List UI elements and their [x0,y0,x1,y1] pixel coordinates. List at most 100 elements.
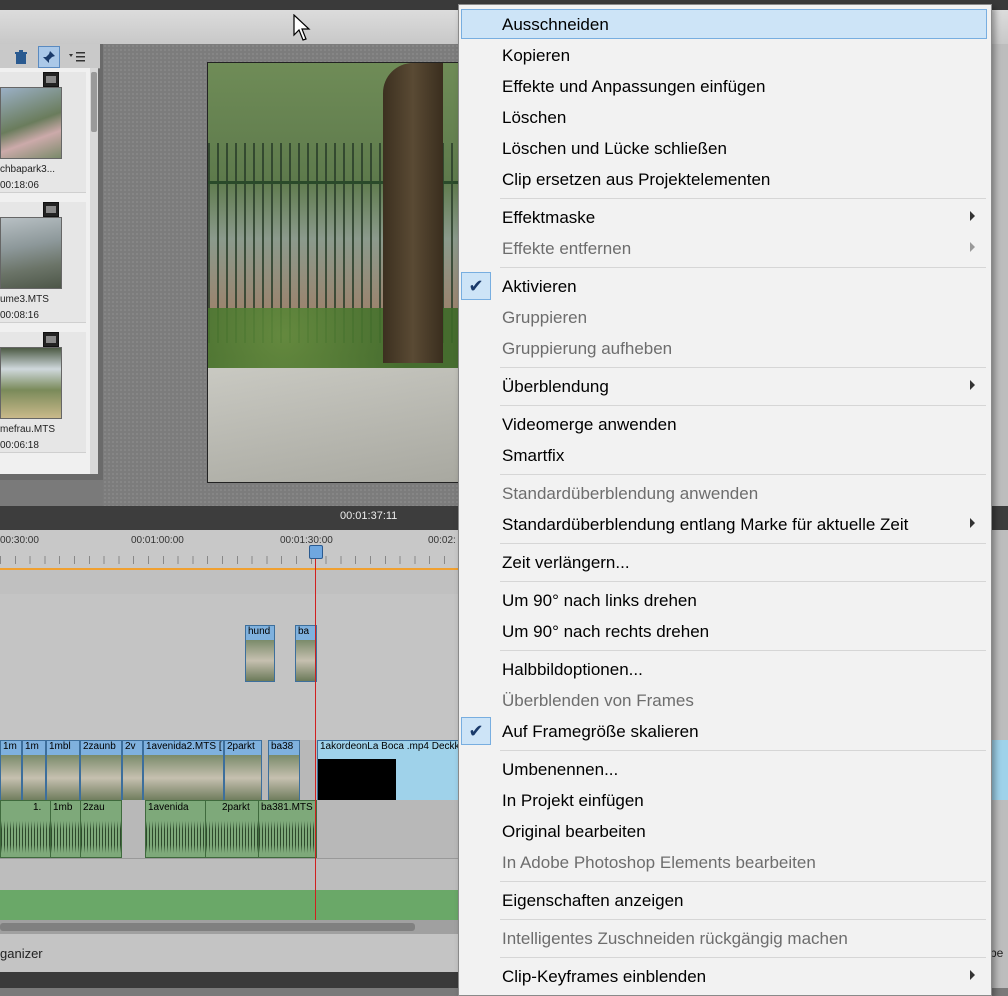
clip-thumbnail [1,755,21,801]
waveform [259,817,316,857]
menu-item-add-to-project[interactable]: In Projekt einfügen [461,785,987,815]
clip-label: 1mbl [49,741,71,752]
audio-clip[interactable]: 1mb [50,800,82,858]
menu-item-label: Aktivieren [502,277,577,296]
audio-clip[interactable]: 2zau [80,800,122,858]
media-item[interactable]: mefrau.MTS 00:06:18 [0,332,86,453]
menu-separator [500,957,986,958]
media-name: chbapark3... [0,164,56,175]
media-name: mefrau.MTS [0,424,56,435]
video-clip[interactable]: 1m [22,740,46,802]
playhead-handle[interactable] [309,545,323,559]
video-clip[interactable]: 2zaunb [80,740,122,802]
video-clip[interactable]: 2v [122,740,143,802]
menu-item-edit-original[interactable]: Original bearbeiten [461,816,987,846]
menu-item-label: Auf Framegröße skalieren [502,722,699,741]
panel-menu-icon[interactable] [66,46,88,68]
clip-thumbnail [296,640,316,681]
menu-item-show-clip-keyframes[interactable]: Clip-Keyframes einblenden [461,961,987,991]
menu-item-scale-to-frame[interactable]: ✔ Auf Framegröße skalieren [461,716,987,746]
menu-item-cut[interactable]: Ausschneiden [461,9,987,39]
video-clip[interactable]: 2parkt [224,740,262,802]
menu-item-label: Smartfix [502,446,565,465]
trash-icon[interactable] [10,46,32,68]
organizer-button[interactable]: ganizer [0,946,43,961]
menu-separator [500,267,986,268]
menu-separator [500,474,986,475]
menu-item-transition[interactable]: Überblendung [461,371,987,401]
media-item[interactable]: chbapark3... 00:18:06 [0,72,86,193]
menu-item-frame-blend: Überblenden von Frames [461,685,987,715]
video-clip[interactable]: ba38 [268,740,300,802]
menu-item-effect-mask[interactable]: Effektmaske [461,202,987,232]
menu-item-label: In Projekt einfügen [502,791,644,810]
overlay-clip[interactable]: ba [295,625,317,682]
menu-item-label: Clip ersetzen aus Projektelementen [502,170,771,189]
context-menu: Ausschneiden Kopieren Effekte und Anpass… [458,4,992,996]
media-list: chbapark3... 00:18:06 ume3.MTS 00:08:16 … [0,68,90,474]
video-clip[interactable]: 1akordeonLa Boca .mp4 Deckk [317,740,460,802]
media-list-scrollbar[interactable] [90,68,98,474]
menu-item-remove-effects: Effekte entfernen [461,233,987,263]
menu-item-label: Ausschneiden [502,15,609,34]
ruler-ticks [0,556,458,564]
menu-item-ungroup: Gruppierung aufheben [461,333,987,363]
menu-item-show-properties[interactable]: Eigenschaften anzeigen [461,885,987,915]
menu-separator [500,367,986,368]
video-clip[interactable]: 1mbl [46,740,80,802]
ruler-label: 00:02: [428,535,456,546]
menu-item-default-transition-along-marker[interactable]: Standardüberblendung entlang Marke für a… [461,509,987,539]
menu-item-rotate-right[interactable]: Um 90° nach rechts drehen [461,616,987,646]
waveform [146,817,206,857]
audio-clip[interactable]: 2parkt [205,800,260,858]
menu-item-ripple-delete[interactable]: Löschen und Lücke schließen [461,133,987,163]
menu-item-label: Standardüberblendung anwenden [502,484,759,503]
audio-clip[interactable]: 1. [0,800,52,858]
clip-label: ba381.MTS [261,802,313,813]
track-row: hund ba [0,625,458,684]
menu-item-videomerge[interactable]: Videomerge anwenden [461,409,987,439]
menu-item-label: Umbenennen... [502,760,619,779]
menu-item-paste-effects[interactable]: Effekte und Anpassungen einfügen [461,71,987,101]
submenu-arrow-icon [970,970,975,980]
menu-item-label: Intelligentes Zuschneiden rückgängig mac… [502,929,848,948]
menu-item-rename[interactable]: Umbenennen... [461,754,987,784]
waveform [206,817,259,857]
overlay-clip[interactable]: hund [245,625,275,682]
audio-clip[interactable]: 1avenida [145,800,207,858]
clip-thumbnail [123,755,142,801]
clip-thumbnail [269,755,299,801]
menu-item-smartfix[interactable]: Smartfix [461,440,987,470]
clip-label: 2parkt [222,802,250,813]
menu-item-time-stretch[interactable]: Zeit verlängern... [461,547,987,577]
menu-item-copy[interactable]: Kopieren [461,40,987,70]
media-duration: 00:06:18 [0,440,39,451]
clip-label: 1akordeonLa Boca .mp4 Deckk [320,741,460,752]
menu-item-undo-smart-trim: Intelligentes Zuschneiden rückgängig mac… [461,923,987,953]
timeline-ruler[interactable]: 00:30:00 00:01:00:00 00:01:30:00 00:02: [0,530,458,571]
menu-item-field-options[interactable]: Halbbildoptionen... [461,654,987,684]
status-bar [0,934,458,972]
menu-item-label: Standardüberblendung entlang Marke für a… [502,515,909,534]
audio-clip[interactable]: ba381.MTS [258,800,317,858]
video-track: 1m 1m 1mbl 2zaunb 2v 1avenida2.MTS [ 2pa… [0,740,460,802]
pin-icon[interactable] [38,46,60,68]
clip-label: 2zaunb [83,741,116,752]
soundtrack-bar[interactable] [0,890,458,920]
clip-edge [990,740,1008,800]
menu-separator [500,750,986,751]
video-clip[interactable]: 1m [0,740,22,802]
timeline-scrollbar[interactable] [0,920,458,934]
menu-item-rotate-left[interactable]: Um 90° nach links drehen [461,585,987,615]
video-clip[interactable]: 1avenida2.MTS [ [143,740,224,802]
menu-item-replace-clip[interactable]: Clip ersetzen aus Projektelementen [461,164,987,194]
submenu-arrow-icon [970,380,975,390]
menu-item-enable[interactable]: ✔ Aktivieren [461,271,987,301]
menu-item-delete[interactable]: Löschen [461,102,987,132]
media-item[interactable]: ume3.MTS 00:08:16 [0,202,86,323]
menu-item-label: Gruppieren [502,308,588,327]
preview-pavement [208,368,458,482]
menu-item-label: Gruppierung aufheben [502,339,673,358]
checkmark-icon: ✔ [461,272,491,300]
clip-label: ba [298,626,310,637]
